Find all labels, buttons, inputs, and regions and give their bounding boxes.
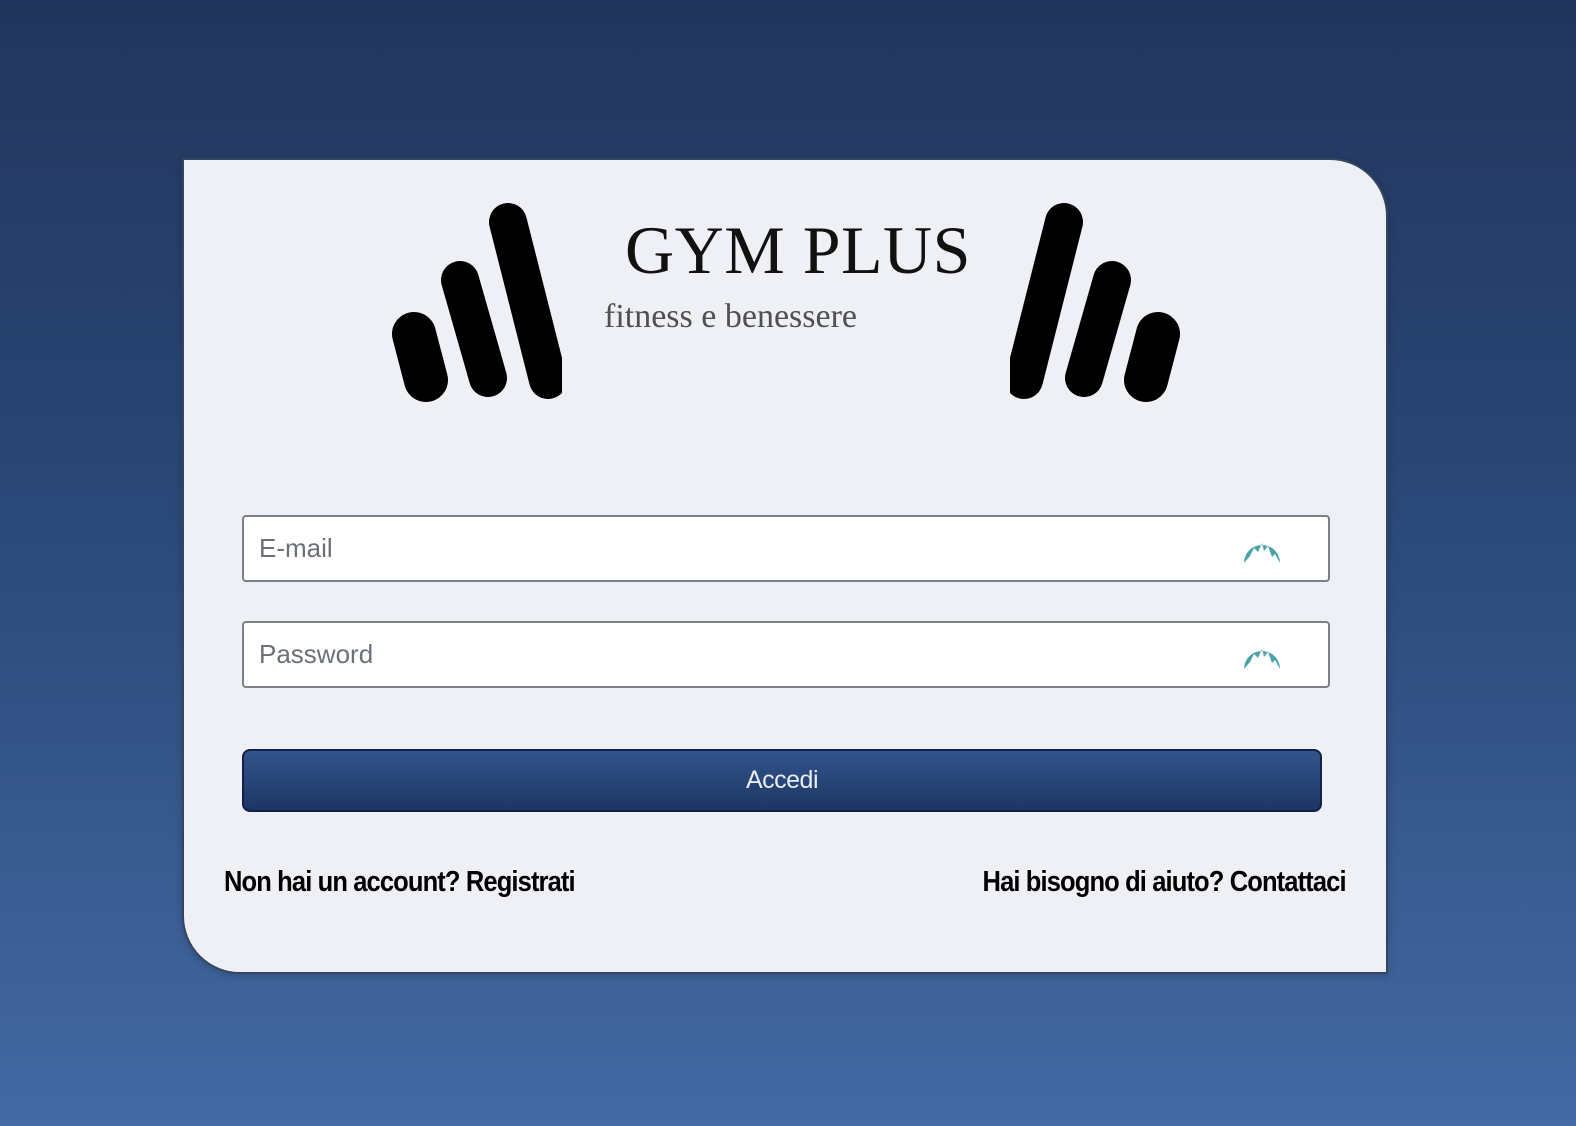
register-link[interactable]: Non hai un account? Registrati — [224, 866, 576, 899]
nordpass-autofill-icon[interactable] — [1242, 529, 1282, 569]
login-button[interactable]: Accedi — [242, 749, 1322, 812]
brand-title: GYM PLUS — [625, 212, 971, 288]
email-field — [242, 515, 1330, 582]
password-field — [242, 621, 1330, 688]
email-input[interactable] — [244, 517, 1204, 580]
bars-logo-icon-left — [392, 203, 562, 402]
password-input[interactable] — [244, 623, 1204, 686]
login-card: GYM PLUS fitness e benessere Accedi Non … — [182, 158, 1388, 974]
contact-link[interactable]: Hai bisogno di aiuto? Contattaci — [983, 866, 1347, 899]
nordpass-autofill-icon[interactable] — [1242, 635, 1282, 675]
bars-logo-icon-right — [1010, 203, 1180, 402]
brand-subtitle: fitness e benessere — [604, 298, 858, 335]
